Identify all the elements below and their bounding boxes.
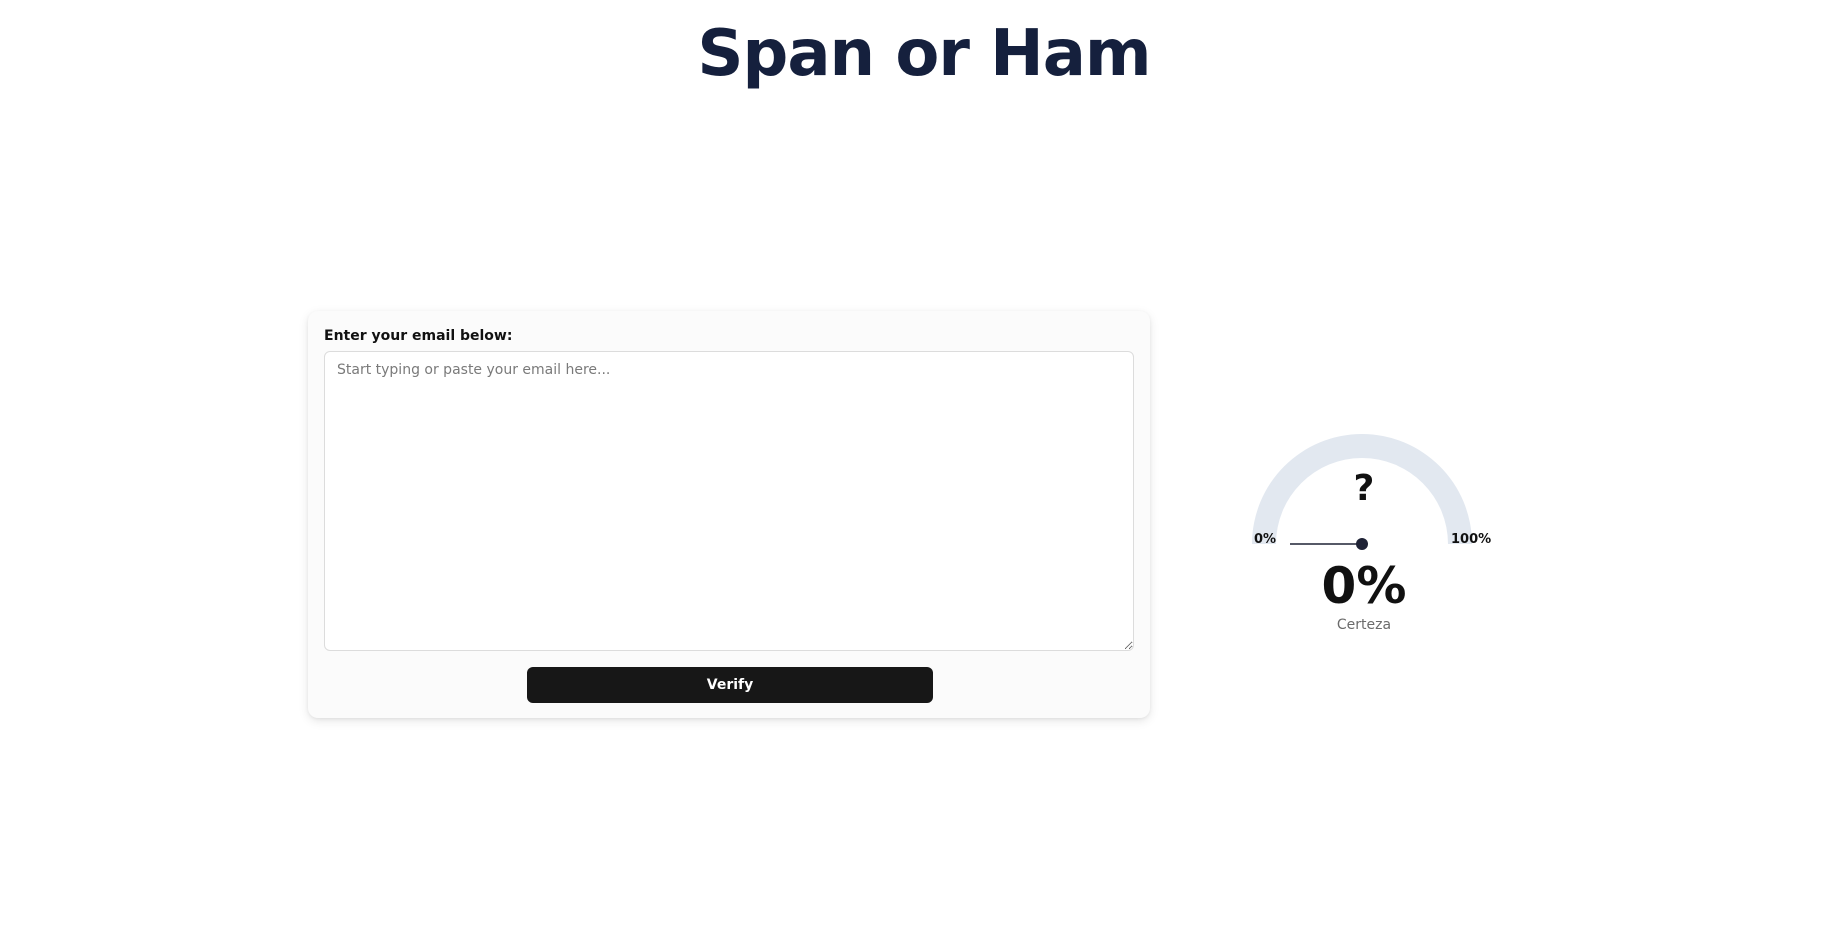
gauge-value: 0% [1321,557,1407,615]
gauge-max-label: 100% [1451,532,1492,547]
email-card: Enter your email below: Verify [308,311,1150,718]
email-label: Enter your email below: [324,328,513,344]
gauge-needle-pivot [1356,538,1368,550]
email-input[interactable] [324,351,1134,651]
gauge-symbol: ? [1353,468,1375,509]
page-title: Span or Ham [697,17,1151,91]
gauge-min-label: 0% [1254,532,1277,547]
verify-button[interactable]: Verify [527,667,933,703]
certainty-gauge: ? 0% 100% 0% Certeza [1244,404,1491,644]
gauge-caption: Certeza [1336,617,1392,633]
